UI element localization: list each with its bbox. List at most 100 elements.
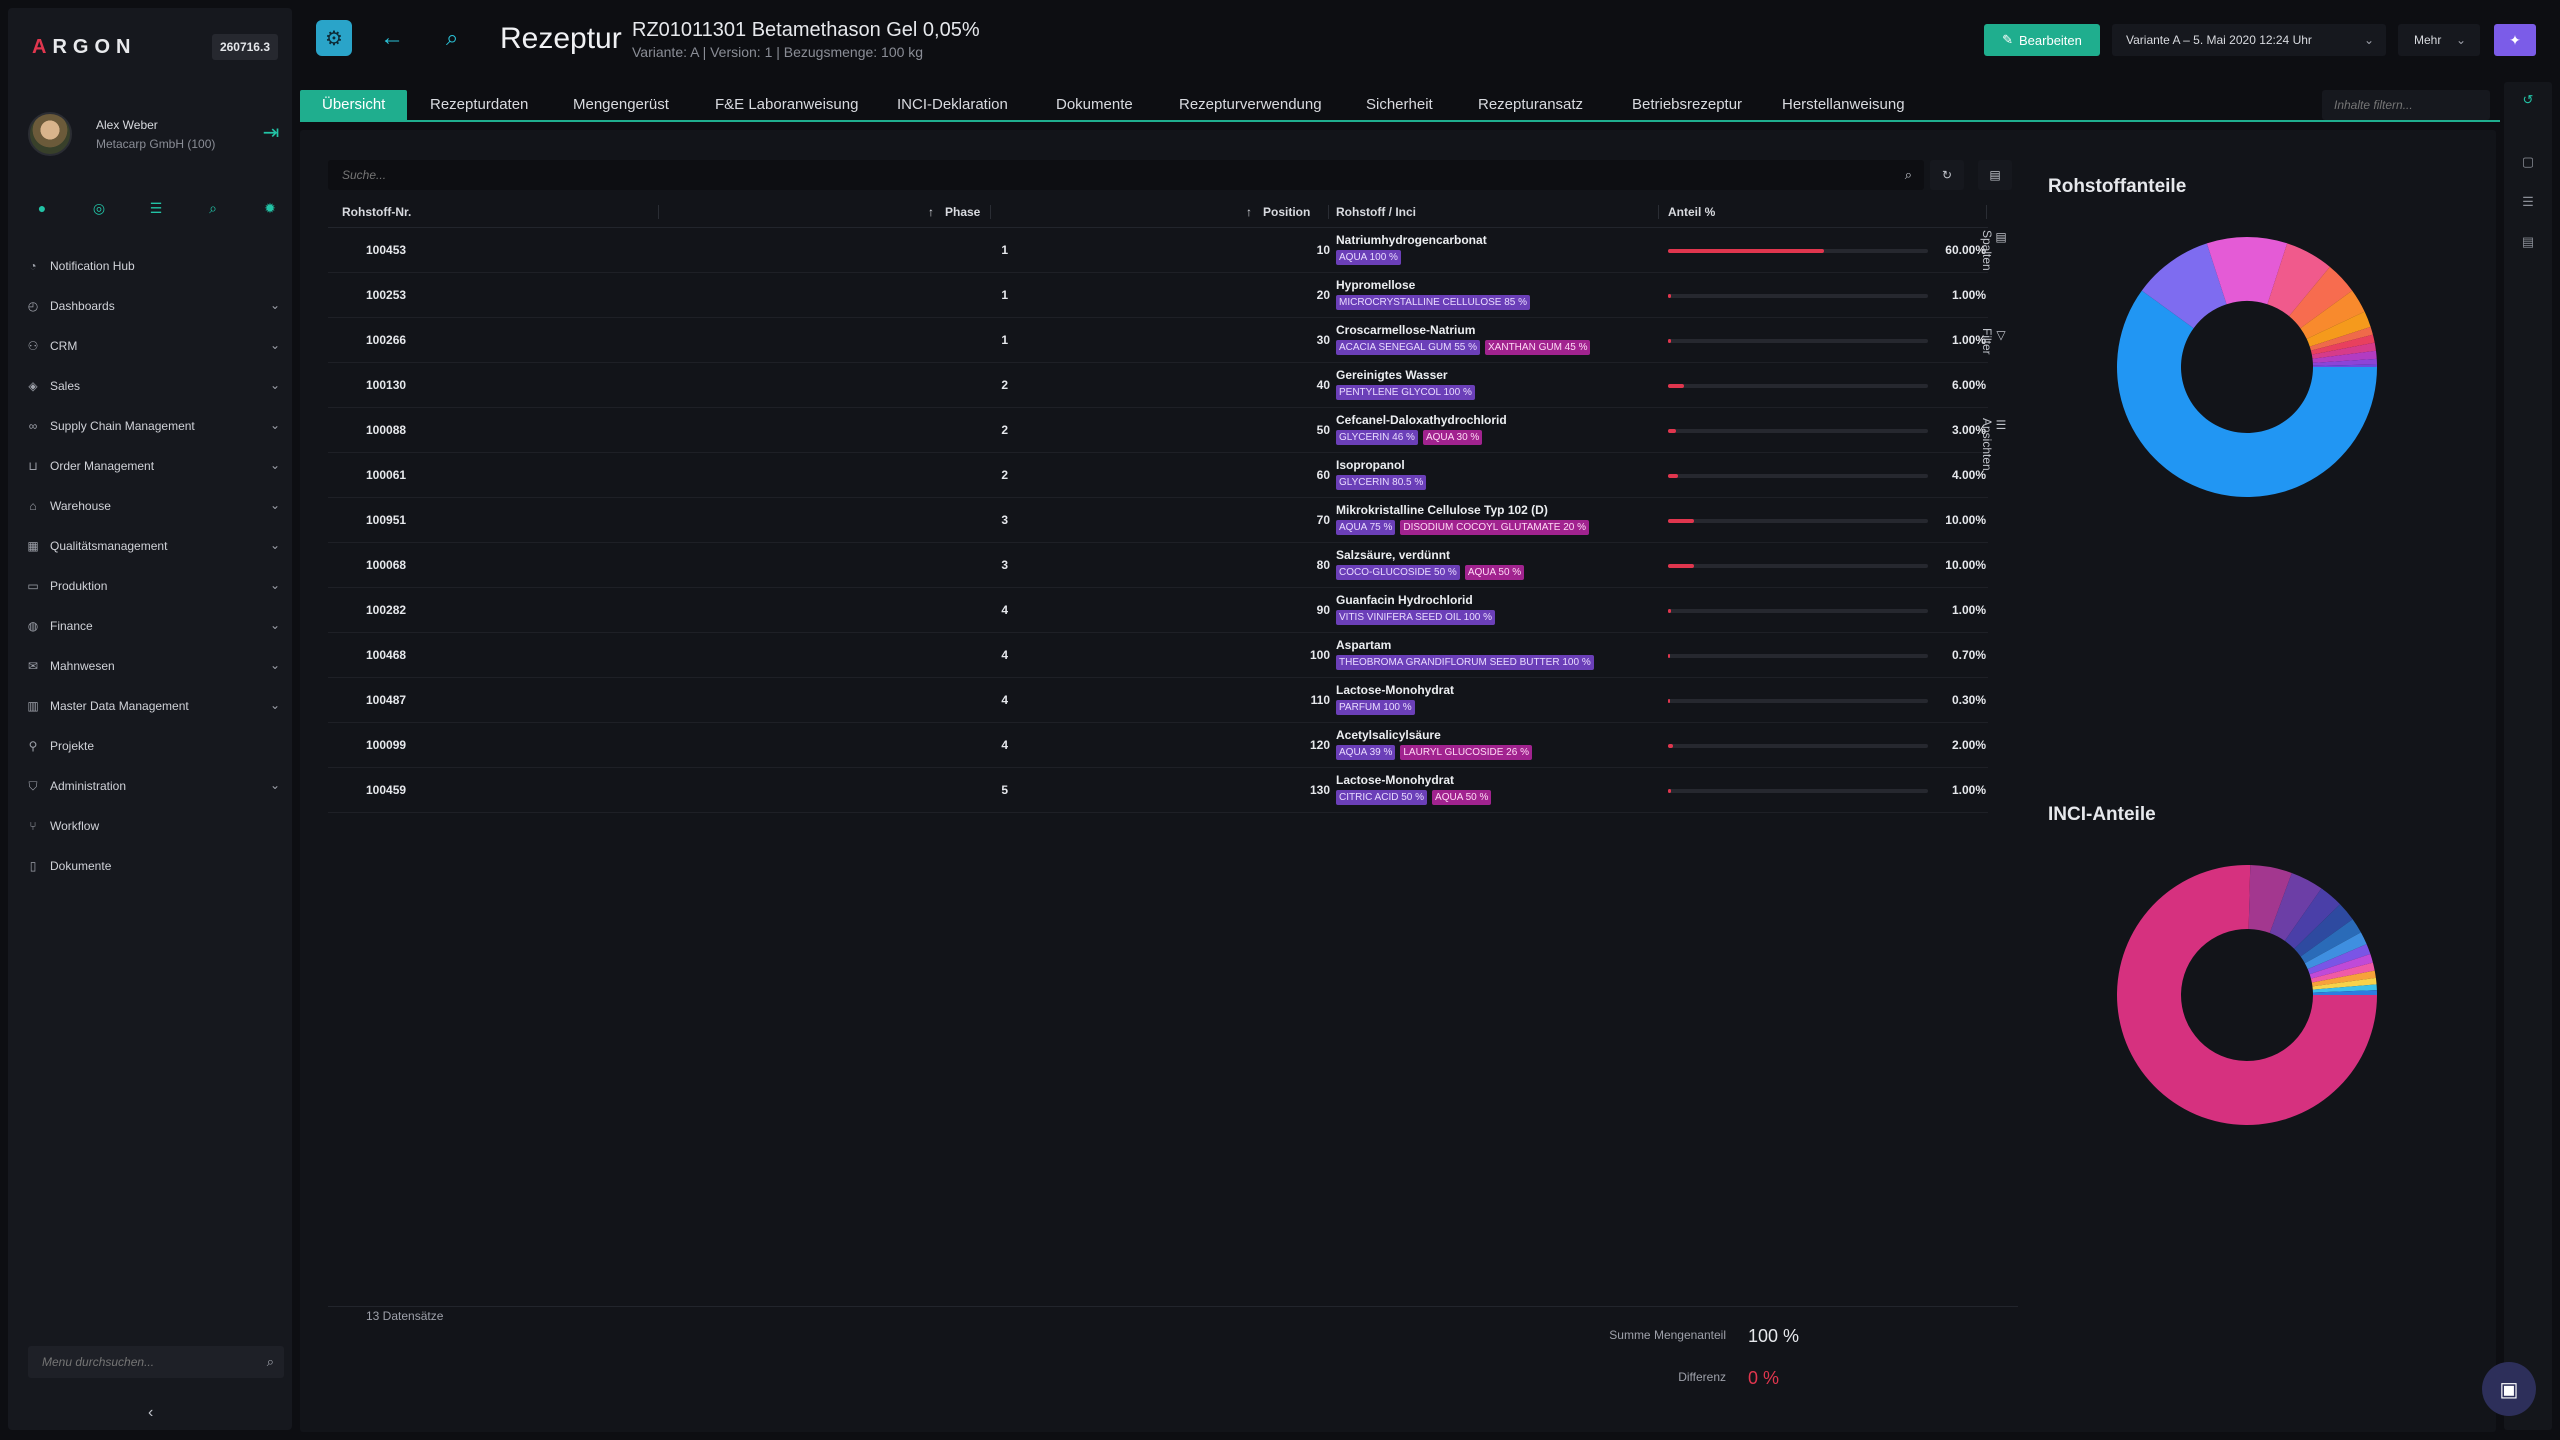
col-header-name[interactable]: Rohstoff / Inci: [1336, 205, 1416, 219]
sort-asc-icon[interactable]: ↑: [928, 205, 934, 219]
sidebar-item[interactable]: ▭ Produktion ⌄: [26, 566, 286, 606]
sidebar-item[interactable]: ▦ Qualitätsmanagement ⌄: [26, 526, 286, 566]
columns-tab[interactable]: ▤ Spalten: [1980, 230, 2008, 271]
tab[interactable]: Rezepturansatz: [1478, 90, 1583, 120]
table-row[interactable]: 100130 2 40 Gereinigtes Wasser PENTYLENE GLY…: [328, 363, 1988, 408]
variant-select[interactable]: Variante A – 5. Mai 2020 12:24 Uhr ⌄: [2112, 24, 2386, 56]
sidebar-item[interactable]: ◴ Dashboards ⌄: [26, 286, 286, 326]
user-company: Metacarp GmbH (100): [96, 137, 216, 151]
table-row[interactable]: 100487 4 110 Lactose-Monohydrat PARFUM 100 %…: [328, 678, 1988, 723]
tab[interactable]: Rezepturdaten: [430, 90, 528, 120]
globe-icon[interactable]: ◎: [89, 198, 109, 218]
tab[interactable]: Herstellanweisung: [1782, 90, 1905, 120]
content-filter-input[interactable]: [2322, 90, 2482, 120]
pin-icon: ⚲: [28, 739, 38, 753]
phase-value: 4: [1001, 603, 1008, 617]
recipe-app-icon[interactable]: ⚙: [316, 20, 352, 56]
chevron-down-icon: ⌄: [269, 618, 280, 632]
table-row[interactable]: 100459 5 130 Lactose-Monohydrat CITRIC ACID …: [328, 768, 1988, 813]
refresh-icon[interactable]: ↻: [1930, 160, 1964, 190]
material-name: Lactose-Monohydrat: [1336, 773, 1455, 787]
sidebar-item-label: Dokumente: [50, 859, 112, 873]
table-row[interactable]: 100468 4 100 Aspartam THEOBROMA GRANDIFLORUM…: [328, 633, 1988, 678]
position-value: 60: [1316, 468, 1330, 482]
sidebar-item[interactable]: ✉ Mahnwesen ⌄: [26, 646, 286, 686]
sidebar-item[interactable]: ▯ Dokumente: [26, 846, 286, 886]
filter-tab[interactable]: ▽ Filter: [1980, 328, 2008, 355]
sidebar-item[interactable]: ∞ Supply Chain Management ⌄: [26, 406, 286, 446]
sidebar-item[interactable]: ⌂ Warehouse ⌄: [26, 486, 286, 526]
tab[interactable]: INCI-Deklaration: [897, 90, 1008, 120]
views-tab-label: Ansichten: [1980, 418, 1994, 471]
tab[interactable]: Mengengerüst: [573, 90, 669, 120]
sidebar-item[interactable]: ◈ Sales ⌄: [26, 366, 286, 406]
chat-icon[interactable]: ▣: [2482, 1362, 2536, 1416]
avatar[interactable]: [28, 112, 72, 156]
table-row[interactable]: 100253 1 20 Hypromellose MICROCRYSTALLINE CE…: [328, 273, 1988, 318]
tab[interactable]: Übersicht: [300, 90, 408, 120]
tab[interactable]: Dokumente: [1056, 90, 1133, 120]
table-row[interactable]: 100068 3 80 Salzsäure, verdünnt COCO-GLUCOSI…: [328, 543, 1988, 588]
sidebar-item[interactable]: ⚲ Projekte: [26, 726, 286, 766]
wrench-icon[interactable]: ✦: [2494, 24, 2536, 56]
history-icon[interactable]: ↺: [2520, 92, 2536, 108]
back-arrow-icon[interactable]: ←: [380, 24, 404, 52]
views-tab[interactable]: ☰ Ansichten: [1980, 418, 2008, 471]
search-icon[interactable]: ⌕: [203, 198, 223, 218]
phase-value: 2: [1001, 423, 1008, 437]
tab[interactable]: Sicherheit: [1366, 90, 1433, 120]
sidebar-item[interactable]: ▥ Master Data Management ⌄: [26, 686, 286, 726]
sidebar-item[interactable]: ◍ Finance ⌄: [26, 606, 286, 646]
col-header-nr[interactable]: Rohstoff-Nr.: [342, 205, 411, 219]
cart-icon: ⊔: [28, 459, 38, 473]
note-icon[interactable]: ▢: [2520, 154, 2536, 170]
search-icon[interactable]: ⌕: [1905, 167, 1912, 183]
col-header-share[interactable]: Anteil %: [1668, 205, 1715, 219]
table-search-input[interactable]: [328, 160, 1828, 190]
tab[interactable]: Rezepturverwendung: [1179, 90, 1322, 120]
material-name: Mikrokristalline Cellulose Typ 102 (D): [1336, 503, 1548, 517]
sidebar-item[interactable]: ⑂ Workflow: [26, 806, 286, 846]
logout-icon[interactable]: ⇥: [260, 122, 282, 144]
sidebar-item[interactable]: ◔ Notification Hub: [26, 246, 286, 286]
brand-logo[interactable]: ARGON: [32, 36, 136, 59]
table-row[interactable]: 100453 1 10 Natriumhydrogencarbonat AQUA 100…: [328, 228, 1988, 273]
list-icon[interactable]: ☰: [146, 198, 166, 218]
record-title: RZ01011301 Betamethason Gel 0,05%: [632, 19, 980, 41]
tab[interactable]: Betriebsrezeptur: [1632, 90, 1742, 120]
search-icon[interactable]: ⌕: [446, 24, 458, 52]
pencil-icon: ✎: [2002, 32, 2013, 47]
sidebar-item[interactable]: ⛉ Administration ⌄: [26, 766, 286, 806]
col-header-phase[interactable]: Phase: [945, 205, 980, 219]
sidebar-item-label: Warehouse: [50, 499, 111, 513]
table-row[interactable]: 100951 3 70 Mikrokristalline Cellulose Typ …: [328, 498, 1988, 543]
tab[interactable]: F&E Laboranweisung: [715, 90, 858, 120]
table-row[interactable]: 100282 4 90 Guanfacin Hydrochlorid VITIS VIN…: [328, 588, 1988, 633]
share-bar: [1668, 249, 1928, 253]
bell-icon[interactable]: ●: [32, 198, 52, 218]
record-count: 13 Datensätze: [366, 1309, 444, 1323]
version-badge: 260716.3: [211, 34, 278, 60]
menu-search-input[interactable]: [28, 1346, 228, 1378]
checklist-icon[interactable]: ☰: [2520, 194, 2536, 210]
table-search: ⌕: [328, 160, 1924, 190]
dashboard-icon: ◴: [27, 299, 39, 313]
collapse-sidebar-icon[interactable]: ‹: [148, 1404, 153, 1422]
table-row[interactable]: 100061 2 60 Isopropanol GLYCERIN 80.5 % 4.00%: [328, 453, 1988, 498]
table-row[interactable]: 100088 2 50 Cefcanel-Daloxathydrochlorid GLY…: [328, 408, 1988, 453]
document-icon: ▯: [29, 859, 37, 873]
inci-tags: THEOBROMA GRANDIFLORUM SEED BUTTER 100 %: [1336, 655, 1594, 670]
document-icon[interactable]: ▤: [2520, 234, 2536, 250]
more-button[interactable]: Mehr ⌄: [2398, 24, 2480, 56]
table-row[interactable]: 100099 4 120 Acetylsalicylsäure AQUA 39 % LAU…: [328, 723, 1988, 768]
sidebar-item[interactable]: ⊔ Order Management ⌄: [26, 446, 286, 486]
edit-button[interactable]: ✎ Bearbeiten: [1984, 24, 2100, 56]
col-header-position[interactable]: Position: [1263, 205, 1310, 219]
sidebar-item[interactable]: ⚇ CRM ⌄: [26, 326, 286, 366]
phase-value: 4: [1001, 693, 1008, 707]
share-value: 4.00%: [1951, 468, 1986, 482]
table-row[interactable]: 100266 1 30 Croscarmellose-Natrium ACACIA SE…: [328, 318, 1988, 363]
gear-icon[interactable]: ✹: [260, 198, 280, 218]
sort-asc-icon[interactable]: ↑: [1246, 205, 1252, 219]
export-icon[interactable]: ▤: [1978, 160, 2012, 190]
